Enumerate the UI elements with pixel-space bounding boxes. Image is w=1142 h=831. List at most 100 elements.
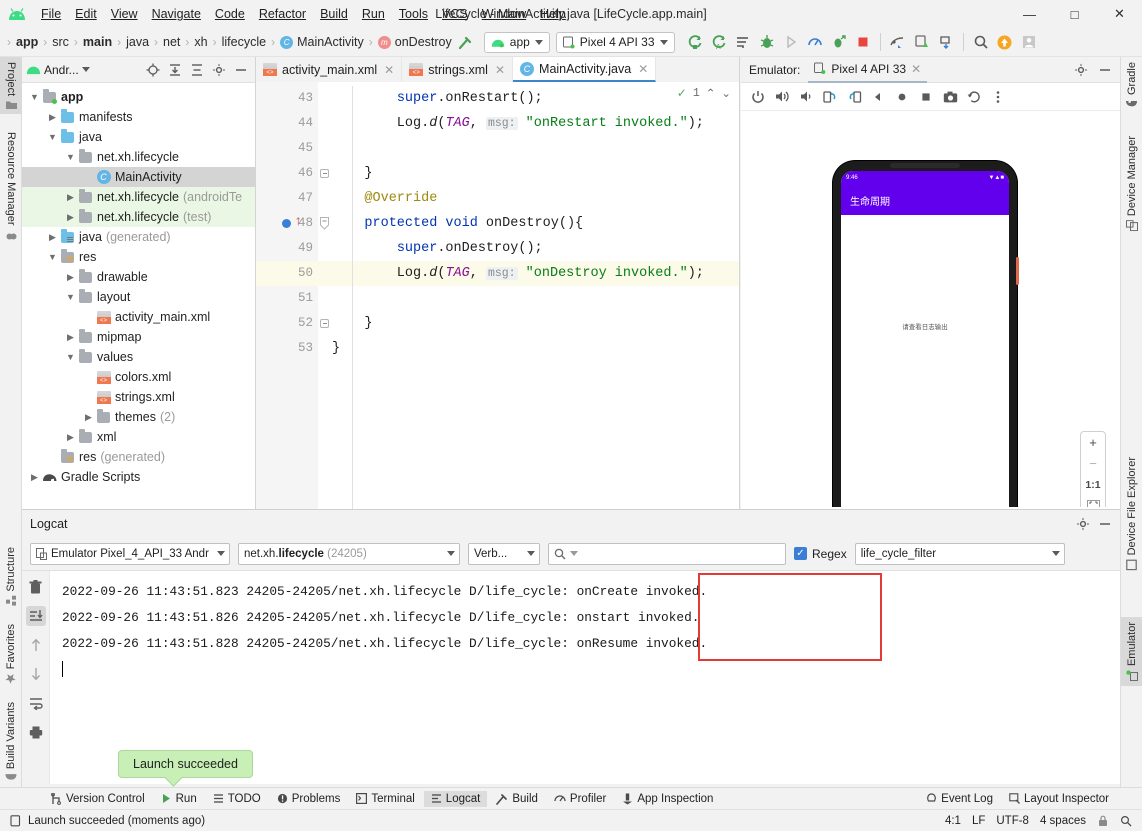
code-line-47[interactable]: @Override bbox=[332, 186, 739, 211]
breadcrumb-ondestroy[interactable]: m onDestroy bbox=[376, 34, 454, 50]
tree-node-manifests[interactable]: ▶ manifests bbox=[22, 107, 255, 127]
tree-node-colors-xml[interactable]: colors.xml bbox=[22, 367, 255, 387]
gear-icon[interactable] bbox=[1074, 63, 1088, 77]
bottom-tab-event-log[interactable]: Event Log bbox=[919, 791, 1000, 807]
bottom-tab-layout-inspector[interactable]: Layout Inspector bbox=[1002, 791, 1116, 807]
expand-all-icon[interactable] bbox=[165, 60, 185, 80]
chevron-down-icon[interactable]: ▼ bbox=[46, 252, 59, 262]
menu-item-navigate[interactable]: Navigate bbox=[145, 4, 208, 24]
chevron-right-icon[interactable]: ▶ bbox=[64, 212, 77, 223]
more-options-icon[interactable] bbox=[987, 86, 1009, 108]
device-manager-icon[interactable] bbox=[910, 30, 934, 54]
menu-item-code[interactable]: Code bbox=[208, 4, 252, 24]
avd-manager-icon[interactable]: A bbox=[707, 30, 731, 54]
logcat-level-selector[interactable]: Verb... bbox=[468, 542, 540, 565]
search-everywhere-icon[interactable] bbox=[969, 30, 993, 54]
menu-item-run[interactable]: Run bbox=[355, 4, 392, 24]
code-format-icon[interactable] bbox=[731, 30, 755, 54]
sidebar-item-structure[interactable]: Structure bbox=[0, 542, 22, 611]
tree-node-res[interactable]: res (generated) bbox=[22, 447, 255, 467]
breadcrumb-src[interactable]: src bbox=[50, 34, 71, 50]
tree-node-drawable[interactable]: ▶ drawable bbox=[22, 267, 255, 287]
chevron-down-icon[interactable]: ▼ bbox=[64, 292, 77, 302]
app-content-area[interactable]: 请查看日志输出 bbox=[841, 215, 1009, 507]
minimize-button[interactable]: — bbox=[1007, 0, 1052, 28]
bottom-tab-terminal[interactable]: Terminal bbox=[349, 791, 421, 807]
project-tree[interactable]: ▼ app ▶ manifests ▼ java ▼ net.xh.lifecycle C Mai… bbox=[22, 83, 255, 487]
tree-node-net-xh-lifecycle[interactable]: ▶ net.xh.lifecycle (androidTe bbox=[22, 187, 255, 207]
collapse-all-icon[interactable] bbox=[187, 60, 207, 80]
chevron-right-icon[interactable]: ▶ bbox=[82, 412, 95, 423]
close-icon[interactable]: ✕ bbox=[638, 62, 648, 76]
editor-code-area[interactable]: super.onRestart(); Log.d(TAG, msg: "onRe… bbox=[318, 82, 739, 509]
tree-node-net-xh-lifecycle[interactable]: ▼ net.xh.lifecycle bbox=[22, 147, 255, 167]
chevron-right-icon[interactable]: ▶ bbox=[46, 112, 59, 123]
menu-item-refactor[interactable]: Refactor bbox=[252, 4, 313, 24]
bottom-tab-problems[interactable]: Problems bbox=[270, 791, 348, 807]
zoom-to-fit-icon[interactable] bbox=[1086, 500, 1100, 507]
code-line-51[interactable] bbox=[332, 286, 739, 311]
sidebar-item-device-manager[interactable]: Device Manager bbox=[1121, 131, 1142, 236]
code-line-44[interactable]: Log.d(TAG, msg: "onRestart invoked."); bbox=[332, 111, 739, 136]
gutter-line-46[interactable]: 46 bbox=[256, 161, 329, 186]
tree-node-java[interactable]: ▶ java (generated) bbox=[22, 227, 255, 247]
hide-panel-icon[interactable] bbox=[231, 60, 251, 80]
tree-node-xml[interactable]: ▶ xml bbox=[22, 427, 255, 447]
sidebar-item-resource-manager[interactable]: Resource Manager bbox=[0, 127, 22, 245]
attach-debugger-icon[interactable] bbox=[827, 30, 851, 54]
chevron-right-icon[interactable]: ▶ bbox=[64, 192, 77, 203]
menu-item-vcs[interactable]: VCS bbox=[435, 4, 475, 24]
project-view-selector[interactable]: Andr... bbox=[26, 63, 90, 77]
hide-panel-icon[interactable] bbox=[1098, 517, 1112, 531]
gutter-line-44[interactable]: 44 bbox=[256, 111, 318, 136]
clear-logcat-icon[interactable] bbox=[26, 577, 46, 597]
bottom-tab-build[interactable]: Build bbox=[489, 791, 545, 807]
volume-up-icon[interactable] bbox=[771, 86, 793, 108]
bottom-tab-run[interactable]: Run bbox=[154, 791, 204, 807]
menu-item-file[interactable]: File bbox=[34, 4, 68, 24]
debug-icon[interactable] bbox=[755, 30, 779, 54]
editor-tab-activity-main-xml[interactable]: activity_main.xml ✕ bbox=[256, 57, 403, 82]
chevron-right-icon[interactable]: ▶ bbox=[64, 432, 77, 443]
print-icon[interactable] bbox=[26, 722, 46, 742]
chevron-down-icon[interactable]: ▼ bbox=[64, 352, 77, 362]
logcat-search-input[interactable] bbox=[548, 542, 786, 565]
chevron-right-icon[interactable]: ▶ bbox=[46, 232, 59, 243]
editor-tab-mainactivity-java[interactable]: C MainActivity.java ✕ bbox=[513, 57, 657, 82]
code-line-52[interactable]: } bbox=[332, 311, 739, 336]
gutter-line-51[interactable]: 51 bbox=[256, 286, 318, 311]
emulator-stage[interactable]: 9:46 ▼▲■ 生命周期 请查看日志输出 + − 1:1 bbox=[741, 111, 1120, 507]
device-selector[interactable]: Pixel 4 API 33 bbox=[555, 31, 675, 53]
menu-item-window[interactable]: Window bbox=[475, 4, 533, 24]
breadcrumb-java[interactable]: java bbox=[124, 34, 151, 50]
menu-item-edit[interactable]: Edit bbox=[68, 4, 104, 24]
logcat-process-selector[interactable]: net.xh.lifecycle (24205) bbox=[238, 542, 460, 565]
tree-node-activity-main-xml[interactable]: activity_main.xml bbox=[22, 307, 255, 327]
tree-node-mipmap[interactable]: ▶ mipmap bbox=[22, 327, 255, 347]
menu-item-tools[interactable]: Tools bbox=[392, 4, 435, 24]
logcat-entry[interactable]: 2022-09-26 11:43:51.826 24205-24205/net.… bbox=[62, 605, 1120, 631]
breadcrumb-xh[interactable]: xh bbox=[192, 34, 209, 50]
gutter-line-47[interactable]: 47 bbox=[256, 186, 318, 211]
rotate-right-icon[interactable] bbox=[843, 86, 865, 108]
sidebar-item-project[interactable]: Project bbox=[0, 57, 22, 115]
zoom-out-button[interactable]: − bbox=[1089, 457, 1097, 470]
bottom-tab-profiler[interactable]: Profiler bbox=[547, 791, 613, 807]
sidebar-item-device-file-explorer[interactable]: Device File Explorer bbox=[1121, 452, 1142, 575]
menu-item-build[interactable]: Build bbox=[313, 4, 355, 24]
tree-node-java[interactable]: ▼ java bbox=[22, 127, 255, 147]
screenshot-icon[interactable] bbox=[939, 86, 961, 108]
logcat-entry[interactable]: 2022-09-26 11:43:51.828 24205-24205/net.… bbox=[62, 631, 1120, 657]
gutter-line-43[interactable]: 43 bbox=[256, 86, 318, 111]
chevron-down-icon[interactable]: ▼ bbox=[46, 132, 59, 142]
menu-item-view[interactable]: View bbox=[104, 4, 145, 24]
device-screen[interactable]: 9:46 ▼▲■ 生命周期 请查看日志输出 bbox=[841, 171, 1009, 507]
status-lock-icon[interactable] bbox=[1097, 815, 1109, 827]
status-line-separator[interactable]: LF bbox=[972, 815, 985, 827]
breadcrumb-net[interactable]: net bbox=[161, 34, 182, 50]
inspection-next-icon[interactable]: ⌄ bbox=[721, 86, 731, 101]
breadcrumb-lifecycle[interactable]: lifecycle bbox=[220, 34, 268, 50]
settings-gear-icon[interactable] bbox=[209, 60, 229, 80]
account-icon[interactable] bbox=[1017, 30, 1041, 54]
status-caret-position[interactable]: 4:1 bbox=[945, 815, 961, 827]
